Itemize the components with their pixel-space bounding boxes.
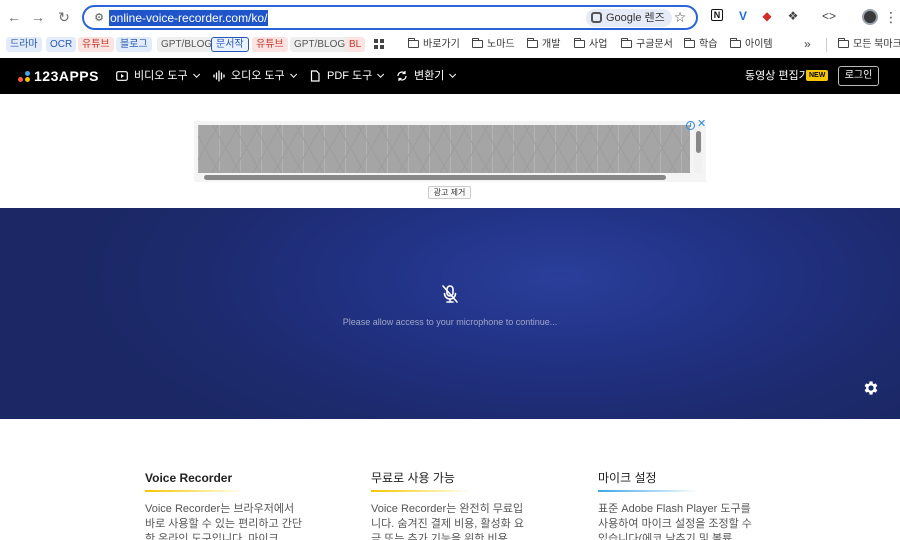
profile-avatar[interactable] xyxy=(862,9,878,25)
site-logo[interactable]: 123APPS xyxy=(18,68,99,84)
all-bookmarks-folder[interactable]: 모든 북마크 xyxy=(837,37,900,52)
menu-audio-tools[interactable]: 오디오 도구 xyxy=(213,68,297,84)
bookmark-item[interactable]: 문서작 xyxy=(211,37,249,52)
lens-icon xyxy=(591,12,602,23)
ad-horizontal-scroll-thumb[interactable] xyxy=(204,175,666,180)
lens-label: Google 렌즈 xyxy=(606,12,665,24)
bookmark-folder[interactable]: 개발 xyxy=(526,37,560,52)
waveform-icon xyxy=(213,70,225,82)
bookmark-star-icon[interactable]: ☆ xyxy=(672,8,688,26)
notion-extension-icon[interactable]: N xyxy=(711,9,723,21)
feature-underline xyxy=(598,490,698,492)
address-bar[interactable]: ⚙ online-voice-recorder.com/ko/ Google 렌… xyxy=(82,5,698,30)
menu-video-tools[interactable]: 비디오 도구 xyxy=(116,68,200,84)
microphone-permission-message: Please allow access to your microphone t… xyxy=(342,317,558,327)
menu-pdf-tools[interactable]: PDF 도구 xyxy=(309,68,385,84)
logo-dots-icon xyxy=(18,71,31,83)
bookmark-folder[interactable]: 구글문서 xyxy=(620,37,673,52)
feature-underline xyxy=(145,490,245,492)
google-lens-button[interactable]: Google 렌즈 xyxy=(586,9,672,27)
feature-text: 표준 Adobe Flash Player 도구를 사용하여 마이크 설정을 조… xyxy=(598,503,752,540)
ad-close-icon[interactable]: ✕ xyxy=(697,119,706,130)
bookmark-item[interactable]: GPT/BLOG xyxy=(290,37,350,52)
bookmark-item[interactable]: 드라마 xyxy=(6,37,42,52)
feature-mic-settings: 마이크 설정 표준 Adobe Flash Player 도구를 사용하여 마이… xyxy=(598,470,758,540)
bookmark-folder[interactable]: 학습 xyxy=(683,37,717,52)
bookmark-item[interactable]: 블로그 xyxy=(116,37,152,52)
settings-gear-icon[interactable] xyxy=(862,379,880,397)
bookmark-folder[interactable]: 바로가기 xyxy=(407,37,460,52)
folder-icon xyxy=(729,38,741,48)
back-icon[interactable]: ← xyxy=(5,8,23,26)
folder-icon xyxy=(683,38,695,48)
feature-voice-recorder: Voice Recorder Voice Recorder는 브라우저에서 바로… xyxy=(145,470,305,540)
extensions-puzzle-icon[interactable]: ❖ xyxy=(786,9,800,23)
login-button[interactable]: 로그인 xyxy=(838,66,879,86)
folder-icon xyxy=(573,38,585,48)
menu-converter[interactable]: 변환기 xyxy=(396,68,457,84)
folder-icon xyxy=(620,38,632,48)
feature-title: 무료로 사용 가능 xyxy=(371,471,455,485)
bookmark-item[interactable]: BL xyxy=(345,37,366,52)
feature-underline xyxy=(371,490,471,492)
ad-info-icon[interactable]: i xyxy=(686,121,695,130)
new-badge: NEW xyxy=(806,70,829,81)
ad-image[interactable] xyxy=(198,125,690,173)
browser-menu-icon[interactable]: ⋮ xyxy=(884,8,898,26)
bookmark-folder[interactable]: 사업 xyxy=(573,37,607,52)
recorder-panel: Please allow access to your microphone t… xyxy=(0,208,900,419)
ad-banner[interactable] xyxy=(194,121,706,182)
url-text[interactable]: online-voice-recorder.com/ko/ xyxy=(109,10,269,26)
browser-toolbar: ← → ↻ ⚙ online-voice-recorder.com/ko/ Go… xyxy=(0,0,900,34)
ad-vertical-scroll-thumb[interactable] xyxy=(696,131,701,153)
microphone-muted-icon[interactable] xyxy=(440,284,460,304)
convert-icon xyxy=(397,71,407,81)
forward-icon[interactable]: → xyxy=(29,8,47,26)
red-extension-icon[interactable]: ◆ xyxy=(760,9,774,23)
document-icon xyxy=(310,70,320,82)
feature-title: 마이크 설정 xyxy=(598,471,657,485)
folder-icon xyxy=(837,38,849,48)
play-icon xyxy=(116,71,128,81)
feature-title: Voice Recorder xyxy=(145,471,233,485)
folder-icon xyxy=(407,38,419,48)
folder-icon xyxy=(526,38,538,48)
bookmark-item[interactable]: 유튜브 xyxy=(78,37,114,52)
bookmark-folder[interactable]: 아이템 xyxy=(729,37,773,52)
remove-ad-button[interactable]: 광고 제거 xyxy=(428,186,471,199)
bookmark-item[interactable]: OCR xyxy=(46,37,77,52)
feature-free-to-use: 무료로 사용 가능 Voice Recorder는 완전히 무료입니다. 숨겨진… xyxy=(371,470,531,540)
feature-text: Voice Recorder는 브라우저에서 바로 사용할 수 있는 편리하고 … xyxy=(145,503,302,540)
bookmarks-overflow-button[interactable]: » xyxy=(804,37,811,51)
devtools-icon[interactable]: <> xyxy=(822,9,836,23)
site-header: 123APPS 비디오 도구 오디오 도구 PDF 도구 변환기 동영상 편집기… xyxy=(0,58,900,94)
bookmarks-divider xyxy=(826,38,827,52)
vpn-extension-icon[interactable]: V xyxy=(736,9,750,23)
bookmarks-bar: 드라마 OCR 유튜브 블로그 GPT/BLOG 문서작 유튜브 GPT/BLO… xyxy=(0,34,900,56)
bookmark-item[interactable]: GPT/BLOG xyxy=(157,37,217,52)
bookmark-item[interactable]: 유튜브 xyxy=(252,37,288,52)
site-info-icon[interactable]: ⚙ xyxy=(92,11,106,25)
folder-icon xyxy=(471,38,483,48)
bookmark-folder[interactable]: 노마드 xyxy=(471,37,515,52)
reload-icon[interactable]: ↻ xyxy=(55,8,73,26)
video-editor-link[interactable]: 동영상 편집기 xyxy=(745,69,809,83)
logo-text: 123APPS xyxy=(34,68,99,84)
apps-grid-icon[interactable] xyxy=(374,39,384,49)
feature-text: Voice Recorder는 완전히 무료입니다. 숨겨진 결제 비용, 활성… xyxy=(371,503,524,540)
